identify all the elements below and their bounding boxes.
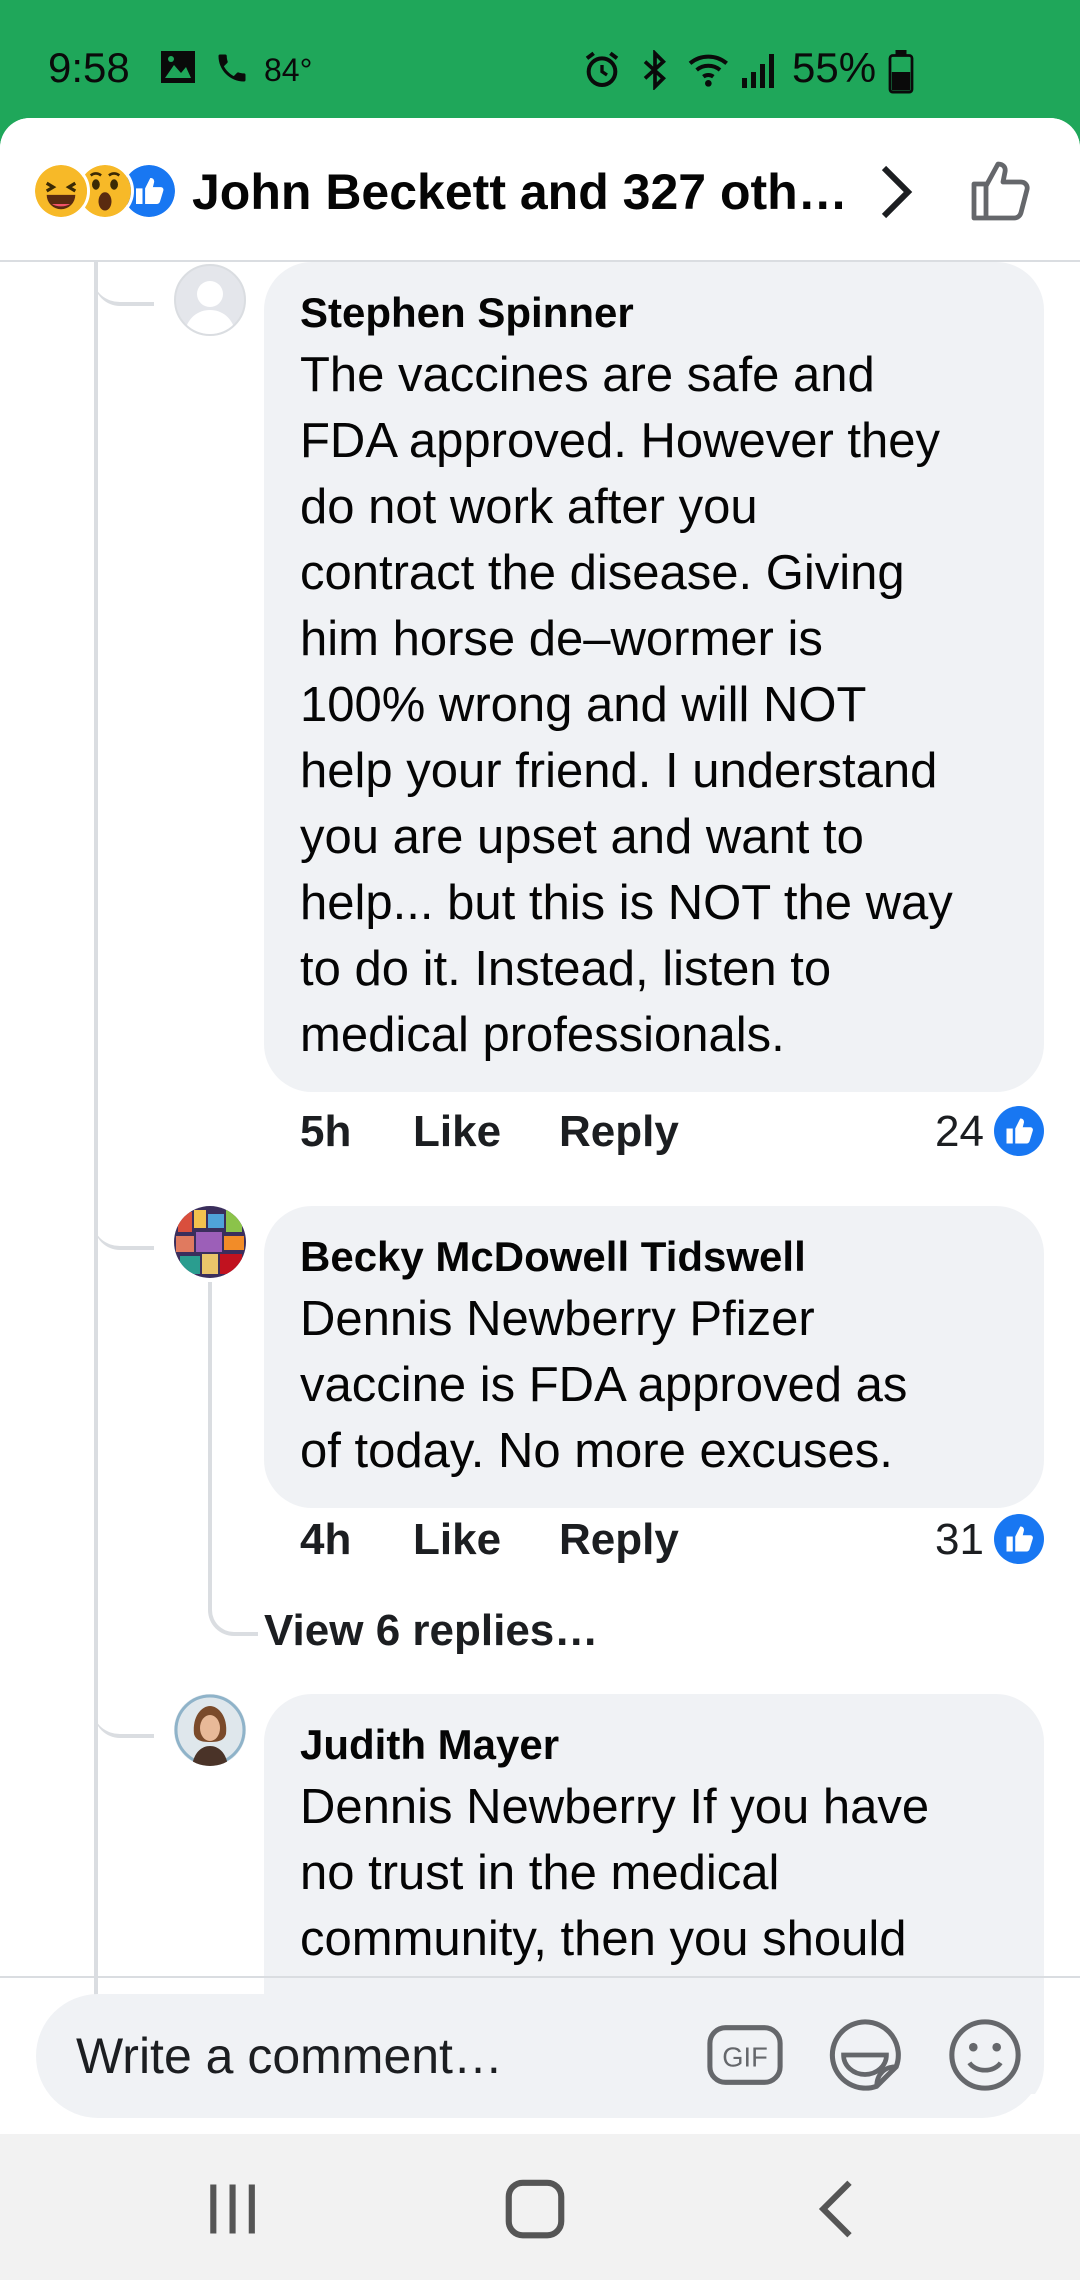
comment-composer[interactable]: Write a comment… GIF — [36, 1994, 1044, 2118]
like-button[interactable]: Like — [413, 1510, 501, 1570]
battery-percentage: 55% — [792, 44, 877, 91]
phone-icon — [218, 54, 246, 82]
haha-icon — [32, 162, 90, 220]
sticker-icon[interactable] — [826, 2016, 904, 2094]
gif-icon[interactable]: GIF — [706, 2016, 784, 2094]
comment-thread[interactable]: Stephen Spinner The vaccines are safe an… — [0, 262, 1080, 2094]
status-temperature: 84° — [264, 52, 313, 88]
home-icon[interactable] — [500, 2174, 570, 2244]
comment-text: Dennis Newberry If you have no trust in … — [300, 1780, 930, 1966]
wifi-icon — [688, 54, 728, 87]
comment-actions: 5h Like Reply 24 — [300, 1102, 1044, 1162]
thread-connector-line — [94, 262, 98, 2094]
reply-button[interactable]: Reply — [559, 1510, 679, 1570]
comment-timestamp[interactable]: 4h — [300, 1510, 351, 1570]
battery-icon — [888, 50, 914, 94]
reaction-count[interactable]: 24 — [935, 1102, 984, 1162]
reactions-summary[interactable]: John Beckett and 327 oth… — [192, 162, 842, 222]
portrait-photo-avatar[interactable] — [174, 1694, 246, 1766]
comment-bubble[interactable]: Becky McDowell Tidswell Dennis Newberry … — [264, 1206, 1044, 1508]
thread-elbow — [94, 1206, 154, 1250]
back-icon[interactable] — [804, 2174, 874, 2244]
image-icon — [161, 51, 195, 83]
bluetooth-icon — [643, 50, 666, 90]
comments-sheet: John Beckett and 327 oth… Stephen Spinne… — [0, 118, 1080, 2134]
comment-text: Dennis Newberry Pfizer vaccine is FDA ap… — [300, 1292, 908, 1478]
comment-bubble[interactable]: Stephen Spinner The vaccines are safe an… — [264, 262, 1044, 1092]
default-avatar[interactable] — [174, 264, 246, 336]
emoji-icon[interactable] — [946, 2016, 1024, 2094]
recent-apps-icon[interactable] — [198, 2174, 268, 2244]
like-icon[interactable] — [994, 1106, 1044, 1156]
reply-button[interactable]: Reply — [559, 1102, 679, 1162]
avatar-image — [174, 1206, 246, 1278]
system-nav-bar — [0, 2134, 1080, 2280]
chevron-right-icon[interactable] — [872, 162, 920, 222]
comment-actions: 4h Like Reply 31 — [300, 1510, 1044, 1570]
avatar-image — [174, 1694, 246, 1766]
reaction-stack[interactable] — [32, 162, 182, 220]
comment-text: The vaccines are safe and FDA approved. … — [300, 348, 953, 1062]
reply-connector-line — [208, 1282, 258, 1636]
view-replies-link[interactable]: View 6 replies… — [264, 1602, 598, 1660]
comment-author[interactable]: Judith Mayer — [300, 1716, 1018, 1774]
comment-author[interactable]: Becky McDowell Tidswell — [300, 1228, 1018, 1286]
status-bar: 9:58 84° 55% — [0, 0, 1080, 118]
thread-elbow — [94, 262, 154, 306]
signal-icon — [742, 54, 774, 88]
comment-timestamp[interactable]: 5h — [300, 1102, 351, 1162]
like-icon[interactable] — [994, 1514, 1044, 1564]
comment-author[interactable]: Stephen Spinner — [300, 284, 1018, 342]
status-time: 9:58 — [48, 44, 130, 91]
avatar-silhouette-icon — [184, 281, 236, 334]
composer-divider — [0, 1976, 1080, 1978]
thumbs-up-outline-icon[interactable] — [968, 156, 1036, 224]
like-button[interactable]: Like — [413, 1102, 501, 1162]
thread-elbow — [94, 1694, 154, 1738]
alarm-icon — [585, 51, 619, 87]
reactions-header[interactable]: John Beckett and 327 oth… — [0, 118, 1080, 262]
gif-label: GIF — [722, 2042, 768, 2073]
reaction-count[interactable]: 31 — [935, 1510, 984, 1570]
comment-input[interactable]: Write a comment… — [76, 2024, 503, 2088]
colorful-photo-avatar[interactable] — [174, 1206, 246, 1278]
